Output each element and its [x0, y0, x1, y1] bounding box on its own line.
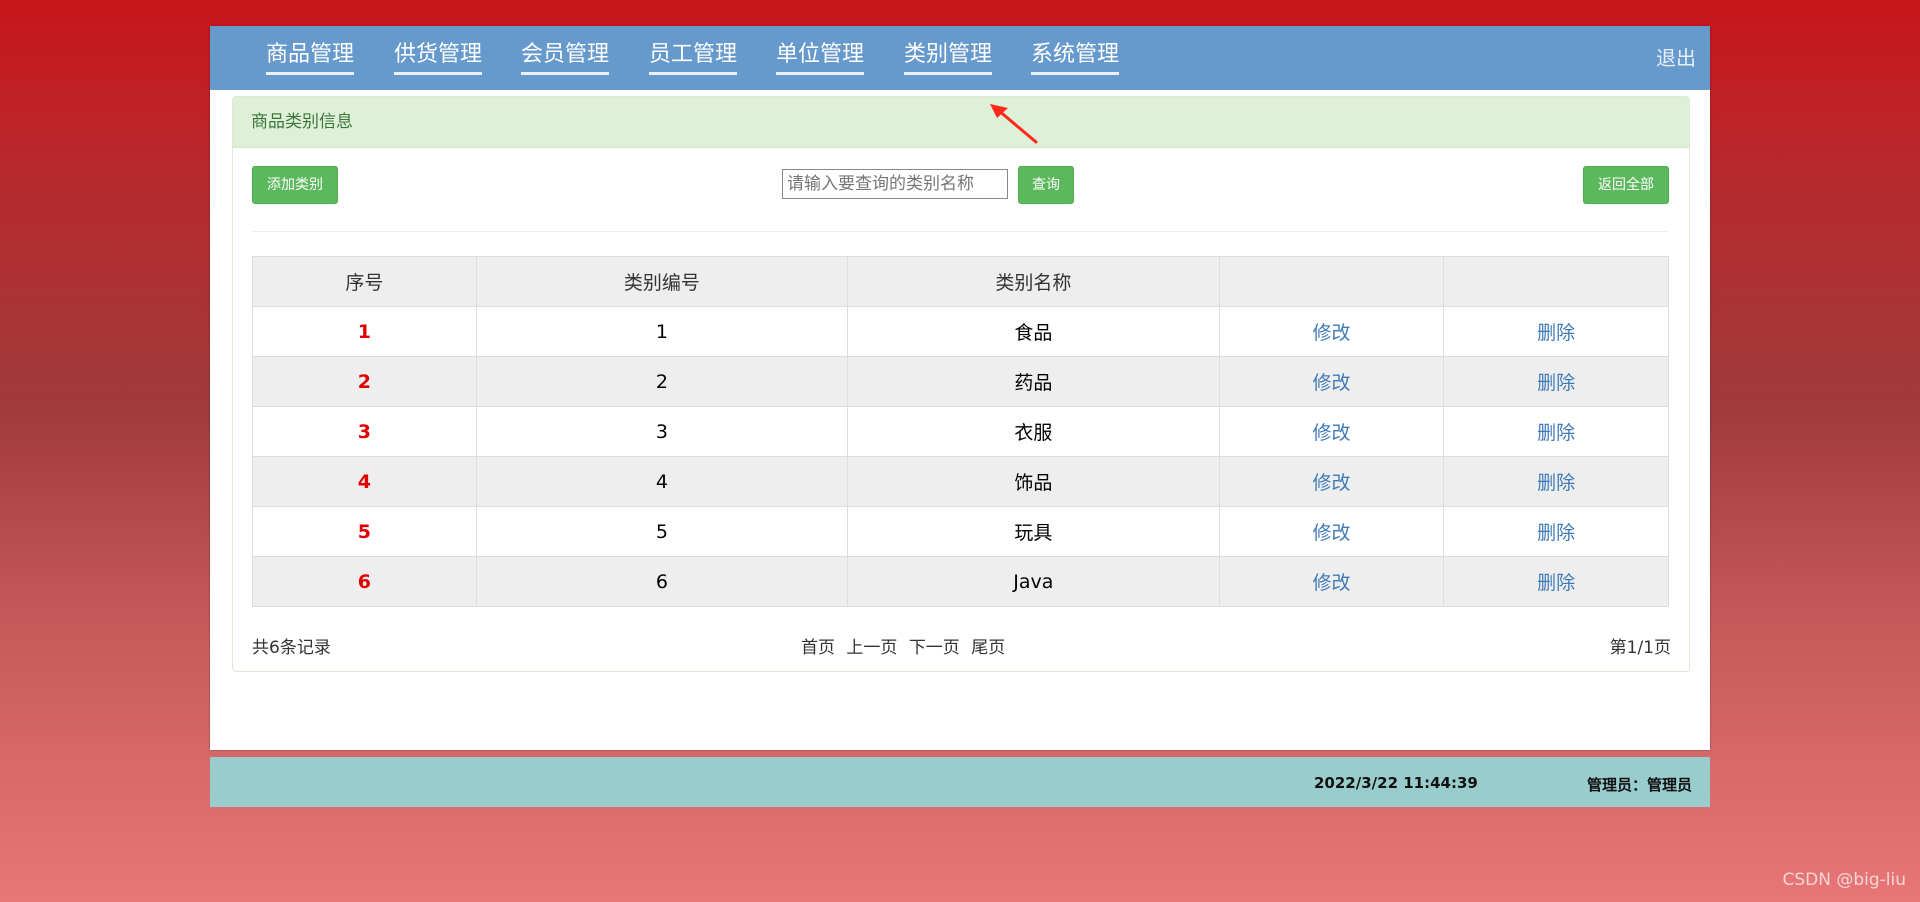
row-name: 药品 [847, 356, 1220, 407]
nav-item-members[interactable]: 会员管理 [521, 40, 610, 75]
table-row: 2 2 药品 修改 删除 [252, 356, 1669, 407]
edit-link[interactable]: 修改 [1312, 522, 1350, 544]
pager: 首页 上一页 下一页 尾页 [801, 633, 1011, 658]
first-page-link[interactable]: 首页 [801, 638, 835, 658]
row-index: 4 [252, 456, 477, 507]
table-header-row: 序号 类别编号 类别名称 [252, 256, 1669, 307]
row-index: 2 [252, 356, 477, 407]
delete-link[interactable]: 删除 [1537, 322, 1575, 344]
edit-link[interactable]: 修改 [1312, 372, 1350, 394]
header-code: 类别编号 [475, 256, 849, 307]
header-edit [1218, 256, 1445, 307]
row-code: 4 [475, 456, 849, 507]
delete-link[interactable]: 删除 [1537, 522, 1575, 544]
nav-item-units[interactable]: 单位管理 [776, 40, 865, 75]
divider [252, 231, 1668, 232]
table-row: 6 6 Java 修改 删除 [252, 556, 1669, 607]
row-index: 5 [252, 506, 477, 557]
nav-item-categories[interactable]: 类别管理 [904, 40, 993, 75]
row-index: 6 [252, 556, 477, 607]
category-search-input[interactable] [782, 169, 1008, 199]
row-name: 衣服 [847, 406, 1220, 457]
table-row: 3 3 衣服 修改 删除 [252, 406, 1669, 457]
row-code: 2 [475, 356, 849, 407]
row-index: 3 [252, 406, 477, 457]
edit-link[interactable]: 修改 [1312, 472, 1350, 494]
page-info: 第1/1页 [1609, 638, 1671, 658]
row-name: Java [847, 556, 1220, 607]
table-row: 5 5 玩具 修改 删除 [252, 506, 1669, 557]
nav-item-system[interactable]: 系统管理 [1031, 40, 1120, 75]
header-name: 类别名称 [847, 256, 1220, 307]
return-all-button[interactable]: 返回全部 [1583, 166, 1669, 204]
row-name: 饰品 [847, 456, 1220, 507]
edit-link[interactable]: 修改 [1312, 322, 1350, 344]
nav-item-supply[interactable]: 供货管理 [394, 40, 483, 75]
row-code: 6 [475, 556, 849, 607]
status-bar: 2022/3/22 11:44:39 管理员：管理员 [210, 757, 1710, 807]
arrow-annotation-icon [990, 104, 1038, 144]
row-name: 玩具 [847, 506, 1220, 557]
row-code: 3 [475, 406, 849, 457]
delete-link[interactable]: 删除 [1537, 472, 1575, 494]
prev-page-link[interactable]: 上一页 [846, 638, 897, 658]
row-code: 1 [475, 306, 849, 357]
current-user: 管理员：管理员 [1586, 776, 1692, 794]
last-page-link[interactable]: 尾页 [971, 638, 1005, 658]
header-delete [1443, 256, 1669, 307]
delete-link[interactable]: 删除 [1537, 422, 1575, 444]
nav-item-staff[interactable]: 员工管理 [649, 40, 738, 75]
row-index: 1 [252, 306, 477, 357]
logout-link[interactable]: 退出 [1656, 42, 1696, 71]
edit-link[interactable]: 修改 [1312, 422, 1350, 444]
table-row: 4 4 饰品 修改 删除 [252, 456, 1669, 507]
delete-link[interactable]: 删除 [1537, 572, 1575, 594]
watermark: CSDN @big-liu [1782, 870, 1906, 890]
table-row: 1 1 食品 修改 删除 [252, 306, 1669, 357]
edit-link[interactable]: 修改 [1312, 572, 1350, 594]
nav-item-products[interactable]: 商品管理 [266, 40, 355, 75]
main-frame: 商品管理 供货管理 会员管理 员工管理 单位管理 类别管理 系统管理 退出 商品… [210, 26, 1710, 750]
header-index: 序号 [252, 256, 477, 307]
row-name: 食品 [847, 306, 1220, 357]
delete-link[interactable]: 删除 [1537, 372, 1575, 394]
record-count: 共6条记录 [252, 638, 331, 658]
row-code: 5 [475, 506, 849, 557]
datetime-display: 2022/3/22 11:44:39 [1314, 774, 1478, 792]
panel-title: 商品类别信息 [233, 97, 1689, 148]
add-category-button[interactable]: 添加类别 [252, 166, 338, 204]
search-button[interactable]: 查询 [1018, 166, 1074, 204]
category-table: 序号 类别编号 类别名称 1 1 食品 修改 删除 2 2 药品 修改 删除 3… [252, 256, 1669, 607]
category-panel: 商品类别信息 添加类别 查询 返回全部 序号 类别编号 类别名称 1 1 食品 [232, 96, 1690, 672]
next-page-link[interactable]: 下一页 [909, 638, 960, 658]
top-nav: 商品管理 供货管理 会员管理 员工管理 单位管理 类别管理 系统管理 退出 [210, 26, 1710, 90]
